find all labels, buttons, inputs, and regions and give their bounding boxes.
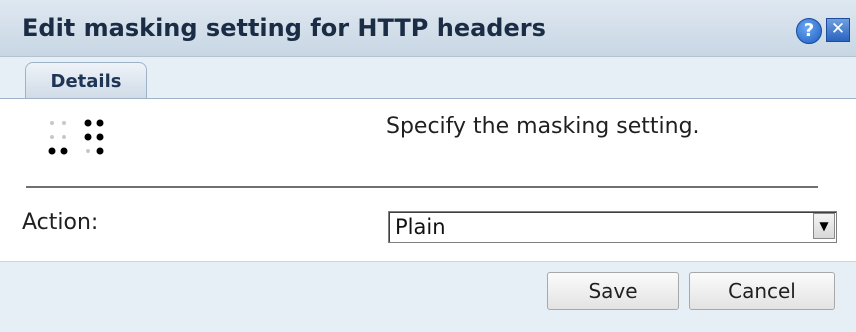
- tab-details-label: Details: [50, 71, 122, 92]
- masking-dots-icon: [48, 119, 104, 155]
- instruction-text: Specify the masking setting.: [386, 114, 700, 139]
- action-select[interactable]: Plain ▼: [388, 211, 837, 243]
- help-icon[interactable]: ?: [796, 18, 822, 44]
- action-label: Action:: [22, 210, 99, 235]
- tab-details[interactable]: Details: [25, 62, 147, 99]
- cancel-button[interactable]: Cancel: [689, 272, 835, 310]
- edit-masking-dialog: Edit masking setting for HTTP headers ? …: [0, 0, 856, 332]
- save-button[interactable]: Save: [547, 272, 679, 310]
- dialog-title: Edit masking setting for HTTP headers: [22, 14, 546, 42]
- action-select-value: Plain: [395, 215, 446, 239]
- title-bar: Edit masking setting for HTTP headers ? …: [0, 0, 856, 57]
- divider: [26, 186, 818, 188]
- close-icon[interactable]: ✕: [826, 18, 850, 42]
- chevron-down-icon[interactable]: ▼: [813, 213, 835, 239]
